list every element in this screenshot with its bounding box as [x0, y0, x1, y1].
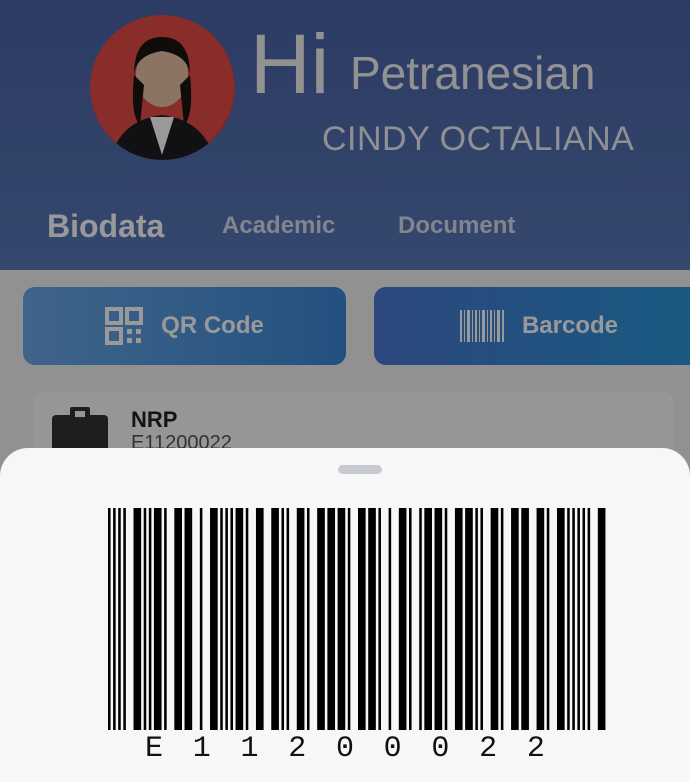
barcode-char: 2	[526, 732, 545, 766]
barcode-char: 0	[431, 732, 450, 766]
barcode-bar	[255, 508, 264, 730]
barcode-bar	[143, 508, 147, 730]
barcode-bar	[281, 508, 285, 730]
barcode-bar	[199, 508, 203, 730]
barcode-char: 1	[240, 732, 259, 766]
barcode-bar	[118, 508, 121, 730]
barcode-bar	[511, 508, 519, 730]
barcode-bar	[490, 508, 499, 730]
barcode-bar	[465, 508, 473, 730]
barcode-bar	[521, 508, 529, 730]
barcode-char: 2	[479, 732, 498, 766]
barcode-bar	[184, 508, 193, 730]
barcode-bar	[108, 508, 111, 730]
barcode-bar	[347, 508, 351, 730]
barcode-bar	[358, 508, 366, 730]
barcode-bar	[220, 508, 223, 730]
barcode-bar	[271, 508, 279, 730]
barcode-char: 0	[383, 732, 402, 766]
barcode-bar	[398, 508, 407, 730]
barcode-bar	[368, 508, 376, 730]
barcode-bar	[388, 508, 392, 730]
barcode-char: 0	[335, 732, 354, 766]
barcode-bar	[286, 508, 290, 730]
barcode-bar	[148, 508, 152, 730]
barcode-bar	[567, 508, 570, 730]
barcode-bar	[454, 508, 463, 730]
barcode-bar	[378, 508, 381, 730]
barcode-bar	[536, 508, 545, 730]
barcode-bar	[133, 508, 142, 730]
barcode-char: 1	[192, 732, 211, 766]
barcode-bar	[164, 508, 167, 730]
barcode-bar	[434, 508, 443, 730]
barcode-bar	[500, 508, 504, 730]
barcode-bar	[424, 508, 432, 730]
barcode-bar	[123, 508, 126, 730]
barcode-bar	[210, 508, 218, 730]
barcode-bar	[409, 508, 412, 730]
barcode-bar	[587, 508, 591, 730]
barcode-bar	[317, 508, 325, 730]
barcode-bar	[582, 508, 586, 730]
barcode-bar	[230, 508, 233, 730]
barcode-bar	[556, 508, 565, 730]
barcode-bar	[337, 508, 346, 730]
barcode-bar	[174, 508, 182, 730]
barcode-bar	[419, 508, 422, 730]
sheet-drag-handle[interactable]	[338, 465, 382, 474]
barcode-bar	[597, 508, 606, 730]
barcode-bar	[577, 508, 580, 730]
barcode-bar	[546, 508, 550, 730]
barcode-char: 2	[288, 732, 307, 766]
barcode-human-readable: E 1 1 2 0 0 0 2 2	[145, 732, 545, 766]
barcode-bar	[296, 508, 305, 730]
barcode-bar	[475, 508, 478, 730]
barcode-bar	[235, 508, 244, 730]
barcode-bar	[572, 508, 575, 730]
barcode-bar	[245, 508, 249, 730]
barcode-image	[108, 508, 606, 730]
barcode-bar	[113, 508, 116, 730]
barcode-bar	[225, 508, 228, 730]
barcode-bar	[327, 508, 336, 730]
barcode-char: E	[145, 732, 164, 766]
barcode-bar	[306, 508, 310, 730]
barcode-bar	[480, 508, 483, 730]
barcode-bar	[153, 508, 162, 730]
barcode-bar	[444, 508, 448, 730]
